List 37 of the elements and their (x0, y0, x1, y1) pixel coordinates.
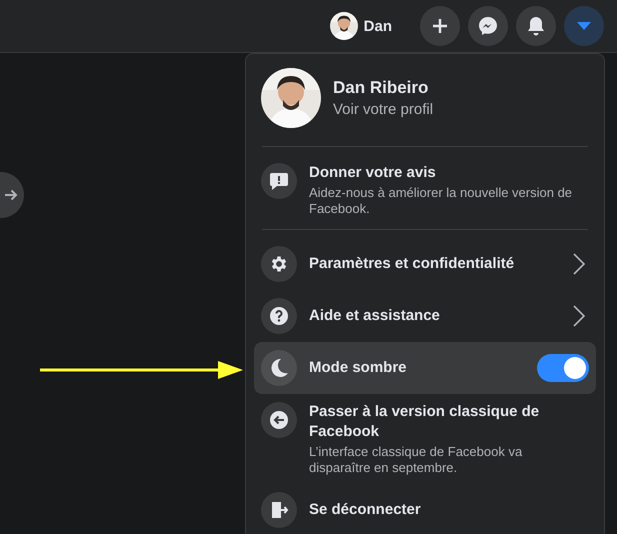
menu-item[interactable]: Se déconnecter (254, 484, 596, 534)
menu-item[interactable]: Donner votre avis Aidez-nous à améliorer la nouvelle version de Facebook. (254, 155, 596, 225)
caret-icon (577, 22, 591, 30)
chevron-icon (573, 305, 585, 327)
moon-icon (269, 358, 289, 378)
notifications-button[interactable] (516, 6, 556, 46)
plus-icon (431, 17, 449, 35)
item-title: Donner votre avis (309, 163, 437, 183)
item-title: Se déconnecter (309, 500, 422, 520)
chevron-icon (573, 253, 585, 275)
help-icon (269, 306, 289, 326)
settings-icon (269, 254, 289, 274)
item-title: Aide et assistance (309, 306, 441, 326)
profile-link[interactable]: Dan Ribeiro Voir votre profil (254, 62, 596, 142)
item-title: Passer à la version classique de Facebook (309, 402, 540, 442)
profile-subtitle: Voir votre profil (333, 101, 434, 118)
logout-icon (269, 500, 289, 520)
toggle-switch[interactable] (537, 354, 589, 382)
user-name: Dan (364, 18, 392, 34)
account-button[interactable] (564, 6, 604, 46)
menu-item[interactable]: Paramètres et confidentialité (254, 238, 596, 290)
bell-icon (527, 16, 545, 36)
arrow-icon (4, 188, 18, 202)
create-button[interactable] (420, 6, 460, 46)
menu-item[interactable]: Mode sombre (254, 342, 596, 394)
feedback-icon (269, 171, 289, 191)
menu-item[interactable]: Aide et assistance (254, 290, 596, 342)
item-title: Paramètres et confidentialité (309, 254, 516, 274)
menu-item[interactable]: Passer à la version classique de Facebook L’interface classique de Facebook va disparaître en septembre. (254, 394, 596, 484)
item-title: Mode sombre (309, 358, 408, 378)
messenger-icon (478, 16, 498, 36)
back-icon (269, 410, 289, 430)
item-description: Aidez-nous à améliorer la nouvelle version de Facebook. (309, 185, 574, 217)
profile-name: Dan Ribeiro (333, 78, 430, 98)
messenger-button[interactable] (468, 6, 508, 46)
item-description: L’interface classique de Facebook va disparaître en septembre. (309, 444, 524, 476)
profile-chip[interactable]: Dan (326, 8, 400, 44)
